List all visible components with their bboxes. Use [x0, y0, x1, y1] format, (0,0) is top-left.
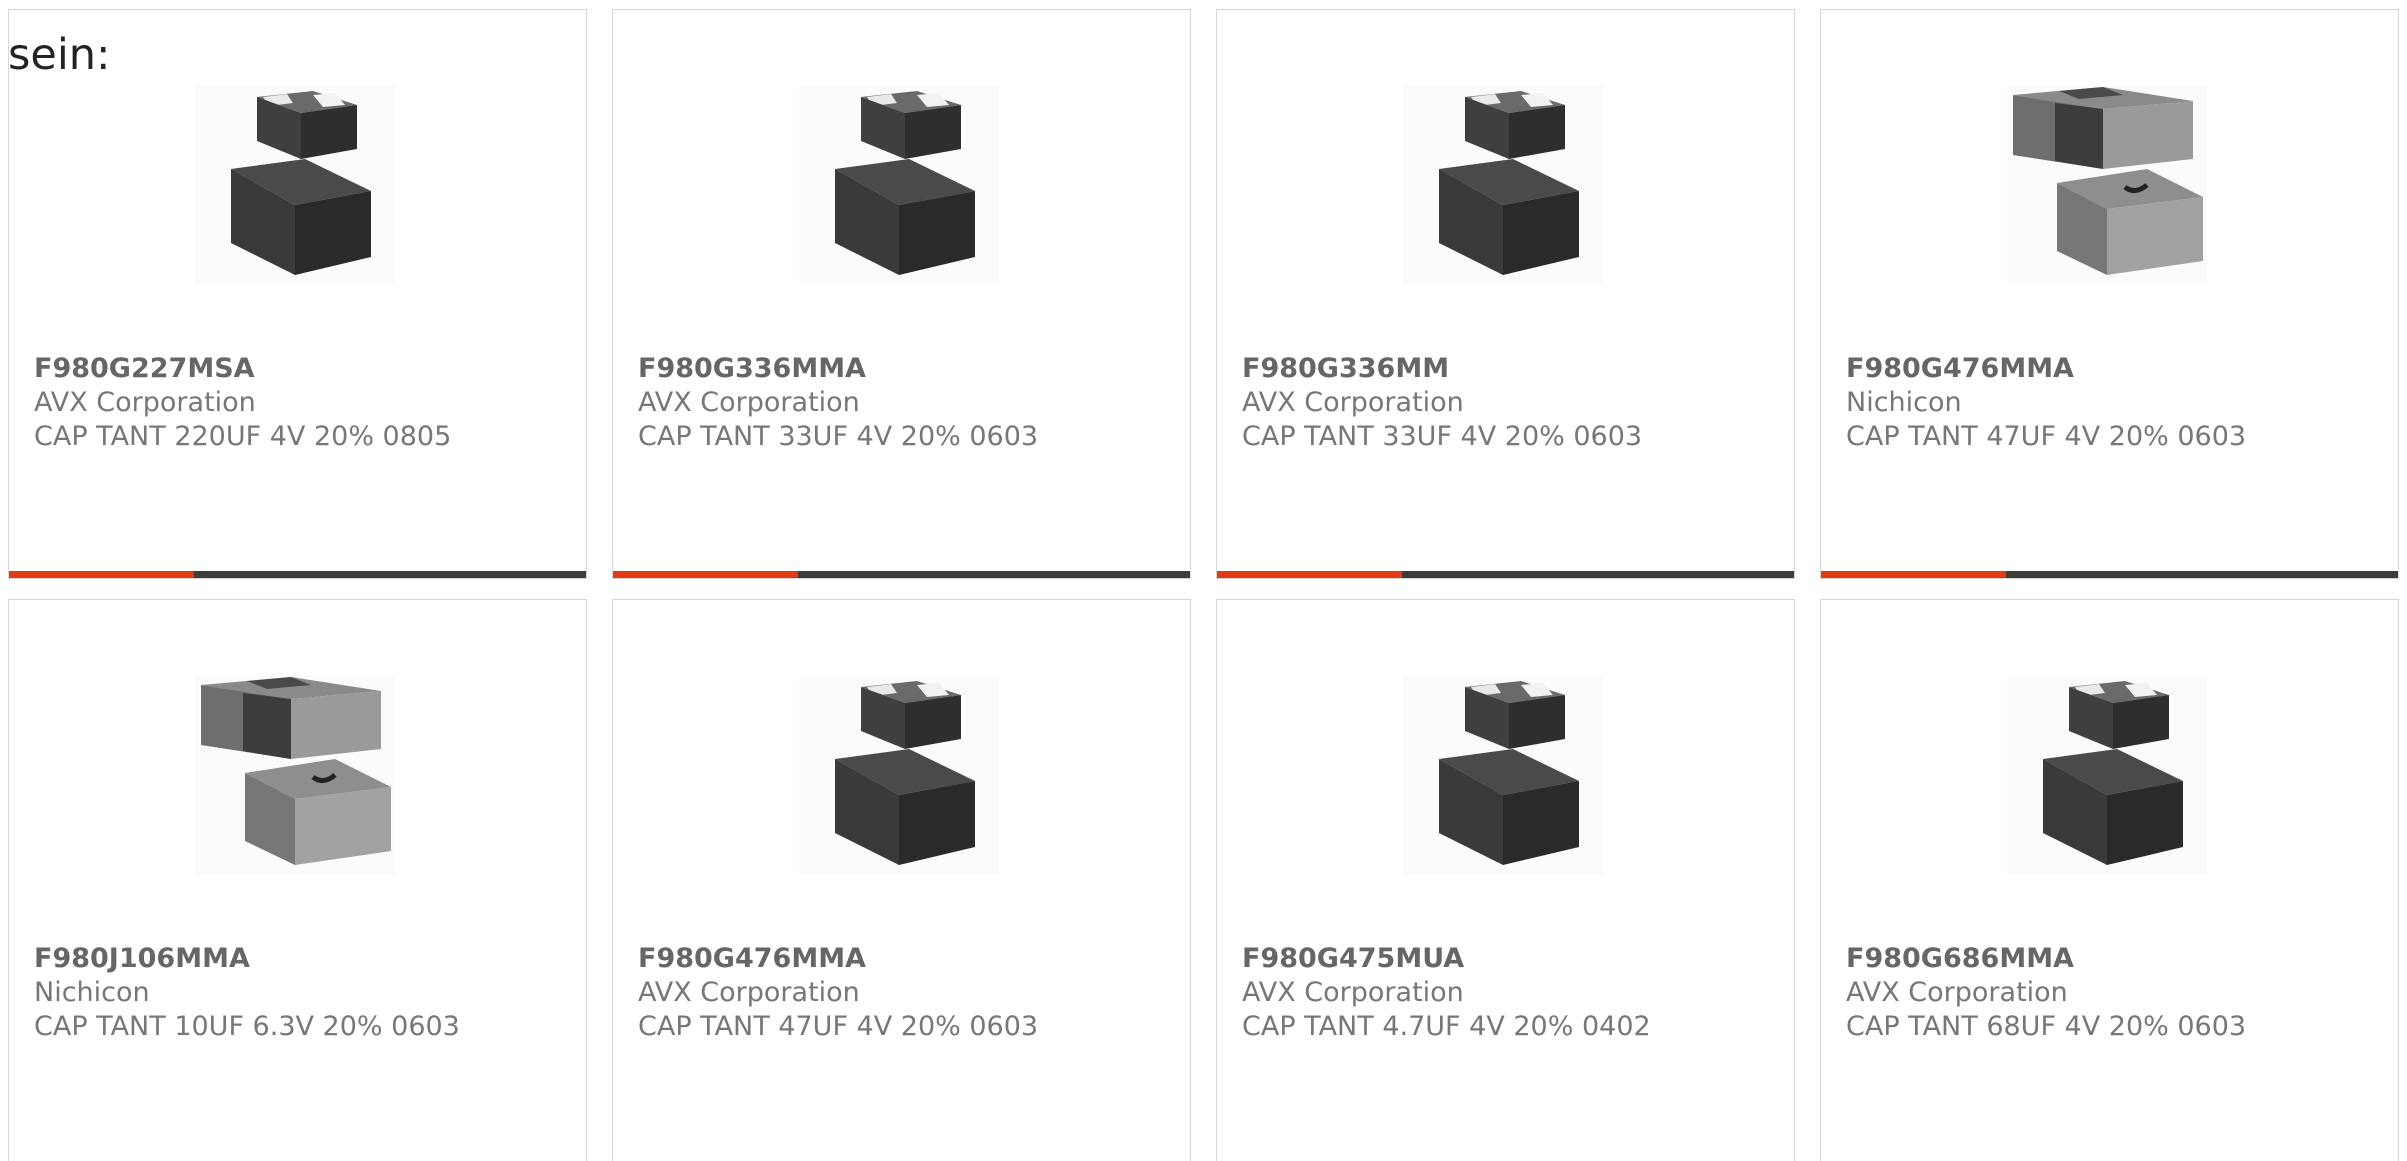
product-card[interactable]: F980J106MMA Nichicon CAP TANT 10UF 6.3V …	[8, 599, 587, 1161]
part-number[interactable]: F980G336MMA	[638, 352, 1170, 386]
product-description: CAP TANT 33UF 4V 20% 0603	[1242, 421, 1643, 452]
manufacturer: Nichicon	[1846, 387, 1962, 418]
manufacturer: AVX Corporation	[1242, 387, 1464, 418]
product-description: CAP TANT 10UF 6.3V 20% 0603	[34, 1011, 460, 1042]
tantalum-capacitor-dark-image	[1403, 85, 1603, 285]
product-description: CAP TANT 220UF 4V 20% 0805	[34, 421, 452, 452]
product-info: F980G686MMA AVX Corporation CAP TANT 68U…	[1846, 942, 2378, 1044]
progress-bar	[9, 571, 586, 578]
tantalum-capacitor-grey-image	[195, 675, 395, 875]
product-info: F980G475MUA AVX Corporation CAP TANT 4.7…	[1242, 942, 1774, 1044]
tantalum-capacitor-dark-image	[799, 85, 999, 285]
progress-bar-fill	[9, 571, 194, 578]
product-card[interactable]: F980G475MUA AVX Corporation CAP TANT 4.7…	[1216, 599, 1795, 1161]
product-description: CAP TANT 47UF 4V 20% 0603	[1846, 421, 2247, 452]
product-info: F980J106MMA Nichicon CAP TANT 10UF 6.3V …	[34, 942, 566, 1044]
manufacturer: Nichicon	[34, 977, 150, 1008]
product-info: F980G476MMA Nichicon CAP TANT 47UF 4V 20…	[1846, 352, 2378, 454]
product-description: CAP TANT 47UF 4V 20% 0603	[638, 1011, 1039, 1042]
tantalum-capacitor-dark-image	[1403, 675, 1603, 875]
progress-bar-fill	[613, 571, 798, 578]
product-grid: F980G227MSA AVX Corporation CAP TANT 220…	[8, 9, 2401, 1161]
tantalum-capacitor-dark-image	[2007, 675, 2207, 875]
product-description: CAP TANT 4.7UF 4V 20% 0402	[1242, 1011, 1651, 1042]
product-card[interactable]: F980G336MMA AVX Corporation CAP TANT 33U…	[612, 9, 1191, 579]
part-number[interactable]: F980G686MMA	[1846, 942, 2378, 976]
tantalum-capacitor-grey-image	[2007, 85, 2207, 285]
product-info: F980G336MM AVX Corporation CAP TANT 33UF…	[1242, 352, 1774, 454]
part-number[interactable]: F980G475MUA	[1242, 942, 1774, 976]
manufacturer: AVX Corporation	[638, 977, 860, 1008]
manufacturer: AVX Corporation	[1242, 977, 1464, 1008]
manufacturer: AVX Corporation	[638, 387, 860, 418]
progress-bar	[1217, 571, 1794, 578]
product-description: CAP TANT 33UF 4V 20% 0603	[638, 421, 1039, 452]
progress-bar-fill	[1821, 571, 2006, 578]
product-info: F980G336MMA AVX Corporation CAP TANT 33U…	[638, 352, 1170, 454]
progress-bar	[613, 571, 1190, 578]
lead-text: sein:	[8, 30, 111, 80]
product-card[interactable]: F980G336MM AVX Corporation CAP TANT 33UF…	[1216, 9, 1795, 579]
product-grid-page: F980G227MSA AVX Corporation CAP TANT 220…	[0, 0, 2407, 1161]
part-number[interactable]: F980J106MMA	[34, 942, 566, 976]
product-card[interactable]: F980G476MMA AVX Corporation CAP TANT 47U…	[612, 599, 1191, 1161]
progress-bar-fill	[1217, 571, 1402, 578]
product-card[interactable]: F980G476MMA Nichicon CAP TANT 47UF 4V 20…	[1820, 9, 2399, 579]
product-info: F980G227MSA AVX Corporation CAP TANT 220…	[34, 352, 566, 454]
product-card[interactable]: F980G227MSA AVX Corporation CAP TANT 220…	[8, 9, 587, 579]
part-number[interactable]: F980G336MM	[1242, 352, 1774, 386]
product-description: CAP TANT 68UF 4V 20% 0603	[1846, 1011, 2247, 1042]
tantalum-capacitor-dark-image	[799, 675, 999, 875]
manufacturer: AVX Corporation	[1846, 977, 2068, 1008]
product-info: F980G476MMA AVX Corporation CAP TANT 47U…	[638, 942, 1170, 1044]
tantalum-capacitor-dark-image	[195, 85, 395, 285]
part-number[interactable]: F980G476MMA	[1846, 352, 2378, 386]
part-number[interactable]: F980G227MSA	[34, 352, 566, 386]
part-number[interactable]: F980G476MMA	[638, 942, 1170, 976]
product-card[interactable]: F980G686MMA AVX Corporation CAP TANT 68U…	[1820, 599, 2399, 1161]
manufacturer: AVX Corporation	[34, 387, 256, 418]
progress-bar	[1821, 571, 2398, 578]
